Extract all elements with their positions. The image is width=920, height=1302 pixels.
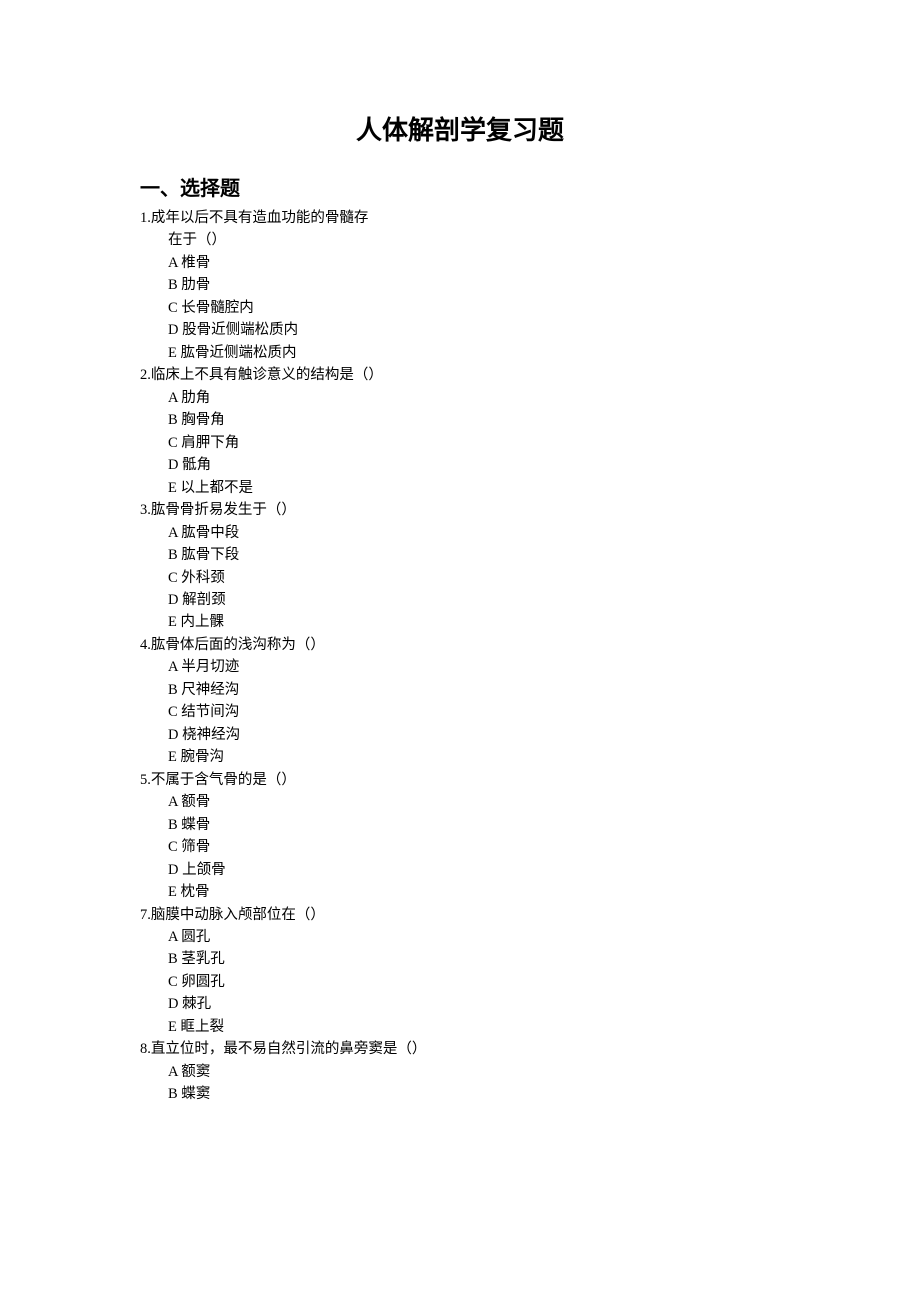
- answer-option: E 以上都不是: [140, 477, 780, 499]
- question: 2.临床上不具有触诊意义的结构是（）A 肋角B 胸骨角C 肩胛下角D 骶角E 以…: [140, 364, 780, 499]
- page-title: 人体解剖学复习题: [140, 110, 780, 147]
- answer-option: A 肱骨中段: [140, 522, 780, 544]
- answer-option: A 半月切迹: [140, 656, 780, 678]
- answer-option: D 骶角: [140, 454, 780, 476]
- question: 8.直立位时，最不易自然引流的鼻旁窦是（）A 额窦B 蝶窦: [140, 1038, 780, 1105]
- answer-option: A 额窦: [140, 1061, 780, 1083]
- answer-option: D 棘孔: [140, 993, 780, 1015]
- answer-option: B 蝶骨: [140, 814, 780, 836]
- answer-option: B 胸骨角: [140, 409, 780, 431]
- answer-option: E 眶上裂: [140, 1016, 780, 1038]
- question-text: 8.直立位时，最不易自然引流的鼻旁窦是（）: [140, 1038, 780, 1060]
- answer-option: C 肩胛下角: [140, 432, 780, 454]
- question-text: 5.不属于含气骨的是（）: [140, 769, 780, 791]
- question-text: 1.成年以后不具有造血功能的骨髓存: [140, 207, 780, 229]
- section-header: 一、选择题: [140, 172, 780, 201]
- answer-option: B 茎乳孔: [140, 948, 780, 970]
- answer-option: B 尺神经沟: [140, 679, 780, 701]
- answer-option: A 圆孔: [140, 926, 780, 948]
- answer-option: D 股骨近侧端松质内: [140, 319, 780, 341]
- answer-option: D 上颌骨: [140, 859, 780, 881]
- question: 3.肱骨骨折易发生于（）A 肱骨中段B 肱骨下段C 外科颈D 解剖颈E 内上髁: [140, 499, 780, 634]
- answer-option: B 肱骨下段: [140, 544, 780, 566]
- question-text: 4.肱骨体后面的浅沟称为（）: [140, 634, 780, 656]
- answer-option: A 肋角: [140, 387, 780, 409]
- answer-option: C 外科颈: [140, 567, 780, 589]
- question: 5.不属于含气骨的是（）A 额骨B 蝶骨C 筛骨D 上颌骨E 枕骨: [140, 769, 780, 904]
- questions-container: 1.成年以后不具有造血功能的骨髓存在于（）A 椎骨B 肋骨C 长骨髓腔内D 股骨…: [140, 207, 780, 1106]
- question-text-continuation: 在于（）: [140, 229, 780, 251]
- answer-option: D 解剖颈: [140, 589, 780, 611]
- question-text: 2.临床上不具有触诊意义的结构是（）: [140, 364, 780, 386]
- answer-option: E 腕骨沟: [140, 746, 780, 768]
- answer-option: C 筛骨: [140, 836, 780, 858]
- answer-option: B 肋骨: [140, 274, 780, 296]
- answer-option: C 卵圆孔: [140, 971, 780, 993]
- answer-option: C 长骨髓腔内: [140, 297, 780, 319]
- answer-option: E 肱骨近侧端松质内: [140, 342, 780, 364]
- answer-option: E 枕骨: [140, 881, 780, 903]
- answer-option: B 蝶窦: [140, 1083, 780, 1105]
- answer-option: A 额骨: [140, 791, 780, 813]
- question: 1.成年以后不具有造血功能的骨髓存在于（）A 椎骨B 肋骨C 长骨髓腔内D 股骨…: [140, 207, 780, 364]
- question: 7.脑膜中动脉入颅部位在（）A 圆孔B 茎乳孔C 卵圆孔D 棘孔E 眶上裂: [140, 904, 780, 1039]
- question-text: 3.肱骨骨折易发生于（）: [140, 499, 780, 521]
- question: 4.肱骨体后面的浅沟称为（）A 半月切迹B 尺神经沟C 结节间沟D 桡神经沟E …: [140, 634, 780, 769]
- answer-option: A 椎骨: [140, 252, 780, 274]
- question-text: 7.脑膜中动脉入颅部位在（）: [140, 904, 780, 926]
- answer-option: C 结节间沟: [140, 701, 780, 723]
- answer-option: D 桡神经沟: [140, 724, 780, 746]
- answer-option: E 内上髁: [140, 611, 780, 633]
